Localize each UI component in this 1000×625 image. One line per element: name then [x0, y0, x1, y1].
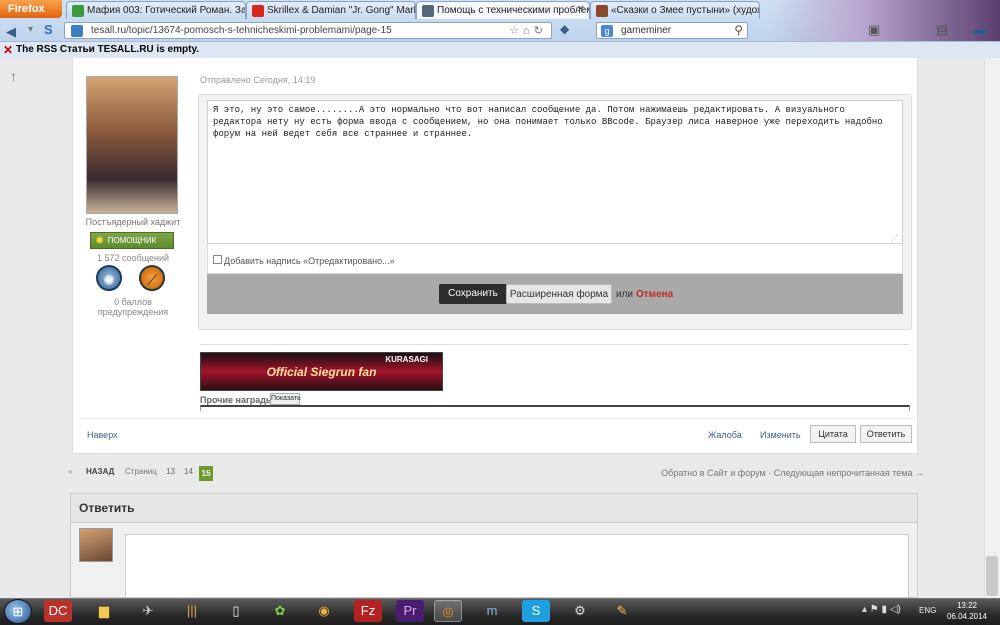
back-to-forum-links[interactable]: Обратно в Сайт и форум · Следующая непро…	[661, 468, 924, 478]
addon-icon[interactable]: ▤	[936, 22, 948, 38]
pager-label: Страниц	[125, 467, 157, 476]
clock[interactable]: 13:22 06.04.2014	[942, 600, 992, 622]
extended-form-button[interactable]: Расширенная форма	[506, 284, 612, 304]
filezilla-icon[interactable]: Fz	[354, 600, 382, 622]
brush-icon	[596, 5, 608, 17]
pager-back-arrow-icon[interactable]: «	[68, 467, 72, 476]
explorer-icon[interactable]: ▆	[90, 600, 118, 622]
reply-header	[70, 493, 918, 523]
search-bar[interactable]: g gameminer ⚲	[596, 22, 748, 39]
page-link-14[interactable]: 14	[184, 467, 193, 476]
signature-divider	[200, 344, 910, 345]
tab-mafia[interactable]: Мафия 003: Готический Роман. Зам...	[66, 1, 246, 19]
flag-icon[interactable]: ▬	[974, 22, 987, 37]
clock-time: 13:22	[956, 601, 978, 610]
save-button[interactable]: Сохранить	[439, 284, 507, 304]
tab-skrillex[interactable]: Skrillex & Damian "Jr. Gong" Marley -...	[246, 1, 416, 19]
message-count[interactable]: 1 572 сообщений	[80, 253, 186, 263]
cancel-link[interactable]: Отмена	[636, 289, 673, 300]
awards-label: Прочие награды	[200, 395, 274, 405]
tab-label: «Сказки о Змее пустыни» (художест...	[611, 5, 759, 16]
url-bar-buttons-icon[interactable]: ☆⌂↻	[509, 24, 547, 37]
firefox-taskbar-icon[interactable]: ◎	[434, 600, 462, 622]
tab-tech-help[interactable]: Помощь с техническими проблема... ✕	[416, 1, 590, 19]
steam-icon[interactable]: ⚙	[566, 600, 594, 622]
game-icon[interactable]: ✈	[134, 600, 162, 622]
complaint-link[interactable]: Жалоба	[708, 430, 742, 440]
search-input[interactable]: gameminer	[621, 25, 671, 36]
rank-label: ПОМОЩНИК	[107, 236, 157, 245]
document-icon[interactable]: ▯	[222, 600, 250, 622]
library-icon[interactable]: |||	[178, 600, 206, 622]
edit-link[interactable]: Изменить	[760, 430, 801, 440]
google-icon: g	[601, 25, 613, 37]
top-link[interactable]: Наверх	[87, 430, 118, 440]
edited-note-label[interactable]: Добавить надпись «Отредактировано...»	[224, 256, 395, 266]
quote-button[interactable]: Цитата	[810, 425, 856, 443]
page-scrollbar[interactable]	[984, 58, 1000, 598]
page-link-13[interactable]: 13	[166, 467, 175, 476]
skype-addon-icon[interactable]: S	[44, 22, 53, 37]
clock-date: 06.04.2014	[946, 612, 988, 621]
signature-banner[interactable]: KURASAGI Official Siegrun fan	[200, 352, 443, 391]
green-circle-icon	[72, 5, 84, 17]
author-title: Постъядерный хаджит	[85, 217, 181, 227]
edited-note-checkbox[interactable]	[213, 255, 222, 264]
edit-textarea[interactable]: Я это, ну это самое........А это нормаль…	[207, 100, 903, 244]
show-awards-button[interactable]: Показать	[270, 393, 301, 405]
skype-taskbar-icon[interactable]: S	[522, 600, 550, 622]
feather-award-icon: ⟋	[139, 265, 165, 291]
page-margin	[0, 58, 62, 598]
tab-label: Помощь с техническими проблема...	[437, 5, 589, 16]
downloads-icon[interactable]: ▣	[868, 22, 880, 38]
page-current[interactable]: 15	[199, 466, 213, 481]
rank-badge: ✹ ПОМОЩНИК	[90, 232, 174, 249]
paint-icon[interactable]: ✎	[608, 600, 636, 622]
reply-title: Ответить	[79, 501, 135, 515]
url-bar[interactable]: tesall.ru/topic/13674-pomosch-s-tehniche…	[64, 22, 552, 39]
resize-grip-icon[interactable]: ⋰	[890, 234, 898, 243]
avatar[interactable]	[86, 76, 178, 214]
tray-icons[interactable]: ▴ ⚑ ▮ ◁)	[862, 604, 901, 615]
warning-points: 0 баллов предупреждения	[97, 297, 169, 317]
error-x-icon: ✕	[3, 43, 14, 57]
pager-back[interactable]: НАЗАД	[86, 467, 114, 476]
tab-label: Skrillex & Damian "Jr. Gong" Marley -...	[267, 5, 416, 16]
start-button[interactable]: ⊞	[4, 599, 32, 624]
site-favicon	[71, 25, 83, 37]
bookmark-dropdown-icon[interactable]: ◆	[560, 22, 569, 36]
notification-text: The RSS Статьи TESALL.RU is empty.	[16, 44, 200, 55]
tab-label: Мафия 003: Готический Роман. Зам...	[87, 5, 246, 16]
back-icon[interactable]: ◀	[6, 24, 16, 40]
signature-top-text: KURASAGI	[385, 355, 428, 364]
premiere-icon[interactable]: Pr	[396, 600, 424, 622]
url-text: tesall.ru/topic/13674-pomosch-s-tehniche…	[91, 25, 392, 36]
reply-avatar	[79, 528, 113, 562]
close-tab-icon[interactable]: ✕	[577, 4, 585, 15]
post-date: Отправлено Сегодня, 14:19	[200, 75, 316, 85]
page-icon	[422, 5, 434, 17]
forward-dropdown-icon[interactable]: ▾	[28, 24, 33, 35]
scroll-up-arrow-icon[interactable]: ↑	[10, 68, 17, 84]
miranda-icon[interactable]: m	[478, 600, 506, 622]
or-text: или	[616, 289, 634, 300]
gear-icon: ✹	[95, 235, 105, 247]
language-indicator[interactable]: ENG	[919, 606, 936, 615]
youtube-icon	[252, 5, 264, 17]
reply-textarea[interactable]	[125, 534, 909, 598]
scroll-thumb[interactable]	[986, 556, 998, 596]
awards-box	[200, 405, 910, 411]
rss-notification-bar: ✕ The RSS Статьи TESALL.RU is empty.	[0, 41, 1000, 58]
compass-award-icon: ✺	[96, 265, 122, 291]
post-footer-divider	[80, 418, 918, 419]
reply-button[interactable]: Ответить	[860, 425, 912, 443]
tab-skazki[interactable]: «Сказки о Змее пустыни» (художест...	[590, 1, 760, 19]
signature-text: Official Siegrun fan	[266, 365, 377, 379]
headphones-icon[interactable]: ◉	[310, 600, 338, 622]
butterfly-icon[interactable]: ✿	[266, 600, 294, 622]
search-icon[interactable]: ⚲	[734, 23, 743, 37]
firefox-menu-button[interactable]: Firefox	[0, 0, 62, 18]
browser-chrome: Firefox Мафия 003: Готический Роман. Зам…	[0, 0, 1000, 58]
dc-app-icon[interactable]: DC	[44, 600, 72, 622]
